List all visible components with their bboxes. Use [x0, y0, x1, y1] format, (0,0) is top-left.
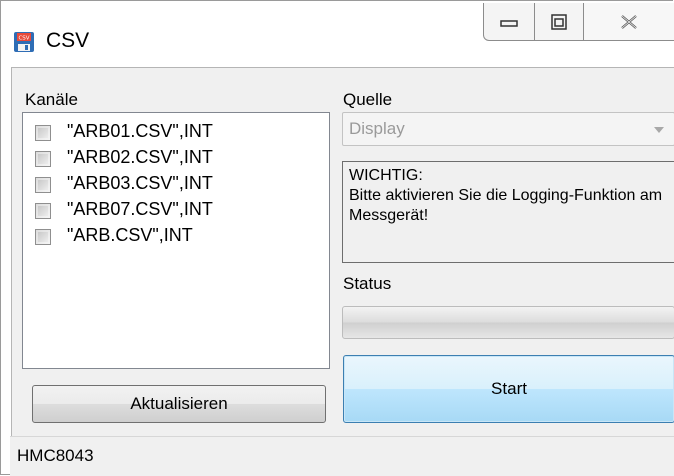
channel-checkbox[interactable]: [35, 203, 51, 219]
caption-buttons: [483, 3, 674, 41]
close-button[interactable]: [583, 3, 674, 41]
minimize-icon: [500, 19, 518, 27]
channel-label: "ARB01.CSV",INT: [67, 121, 213, 141]
channel-label: "ARB02.CSV",INT: [67, 147, 213, 167]
status-bar: HMC8043: [10, 436, 674, 476]
refresh-button[interactable]: Aktualisieren: [32, 385, 326, 423]
channel-label: "ARB03.CSV",INT: [67, 173, 213, 193]
notice-box: WICHTIG: Bitte aktivieren Sie die Loggin…: [342, 161, 674, 263]
notice-text: WICHTIG: Bitte aktivieren Sie die Loggin…: [349, 167, 663, 224]
device-name: HMC8043: [17, 446, 94, 465]
minimize-button[interactable]: [483, 3, 535, 41]
svg-text:CSV: CSV: [18, 36, 29, 42]
close-icon: [621, 14, 637, 29]
status-progress-bar: [342, 306, 674, 339]
window-title: CSV: [46, 29, 90, 52]
channel-list[interactable]: "ARB01.CSV",INT "ARB02.CSV",INT "ARB03.C…: [22, 112, 330, 369]
status-label: Status: [343, 274, 392, 293]
csv-floppy-icon: CSV: [14, 32, 34, 52]
channels-label: Kanäle: [25, 90, 78, 109]
start-button[interactable]: Start: [343, 355, 674, 423]
channel-checkbox[interactable]: [35, 125, 51, 141]
title-bar[interactable]: CSV CSV: [1, 1, 674, 65]
channel-label: "ARB.CSV",INT: [67, 225, 193, 245]
channel-label: "ARB07.CSV",INT: [67, 199, 213, 219]
channel-checkbox[interactable]: [35, 151, 51, 167]
source-select[interactable]: Display: [342, 112, 674, 146]
maximize-button[interactable]: [534, 3, 584, 41]
channel-checkbox[interactable]: [35, 229, 51, 245]
source-selected-value: Display: [349, 119, 405, 138]
app-window: CSV CSV Kanäle "ARB01.CSV",INT "ARB02.CS…: [0, 0, 674, 475]
maximize-icon: [551, 13, 567, 30]
channel-checkbox[interactable]: [35, 177, 51, 193]
chevron-down-icon: [654, 127, 664, 133]
source-label: Quelle: [343, 90, 393, 109]
